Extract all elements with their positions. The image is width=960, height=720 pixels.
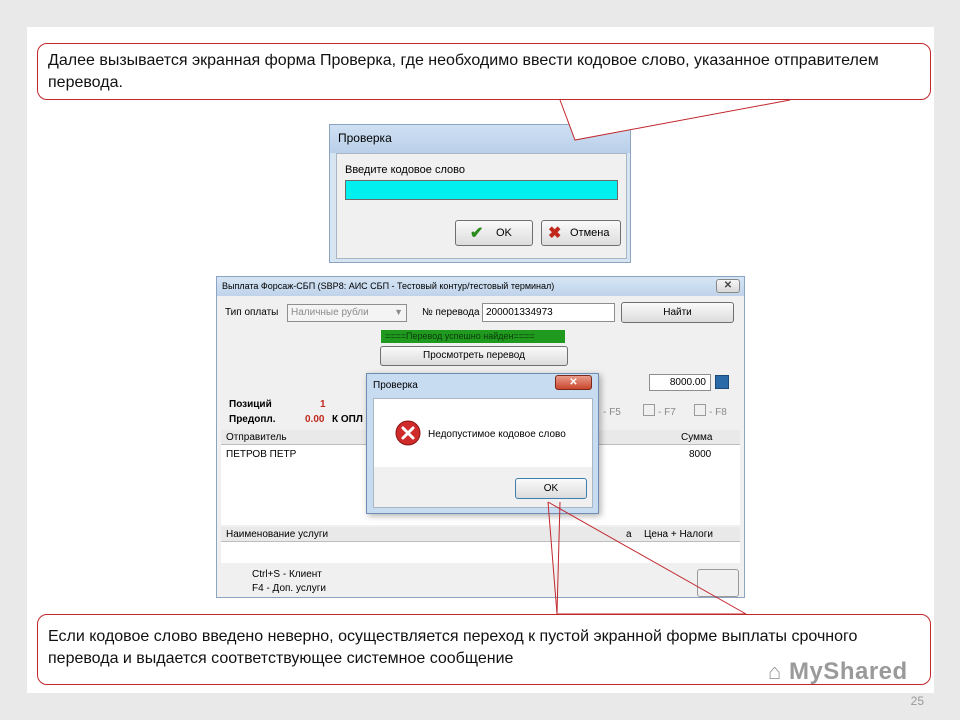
watermark-text: MyShared [788, 658, 908, 685]
error-ok-button[interactable]: OK [515, 478, 587, 499]
dialog-error-title: Проверка [373, 380, 418, 391]
payout-close-button[interactable]: ✕ [716, 279, 740, 293]
watermark-logo: ⌂ MyShared [768, 658, 908, 686]
f8-shortcut[interactable]: - F8 [709, 407, 727, 418]
cancel-button[interactable]: ✖ Отмена [541, 220, 621, 246]
dialog-codeword-title: Проверка [338, 131, 392, 145]
transfer-no-label: № перевода [422, 307, 480, 318]
view-transfer-button[interactable]: Просмотреть перевод [380, 346, 568, 366]
delete-icon[interactable] [694, 404, 706, 416]
amount-field[interactable]: 8000.00 [649, 374, 711, 391]
add-icon[interactable] [643, 404, 655, 416]
find-button-label: Найти [663, 307, 692, 318]
checkmark-icon: ✔ [470, 225, 484, 242]
sender-header: Отправитель [226, 432, 287, 443]
cancel-button-label: Отмена [570, 227, 610, 239]
dialog-error-close-button[interactable]: ✕ [555, 375, 592, 390]
error-ok-label: OK [543, 483, 559, 494]
error-message: Недопустимое кодовое слово [428, 429, 566, 440]
view-transfer-label: Просмотреть перевод [423, 350, 525, 361]
payment-type-label: Тип оплаты [225, 307, 279, 318]
f5-shortcut[interactable]: - F5 [603, 407, 621, 418]
sender-value: ПЕТРОВ ПЕТР [226, 449, 297, 460]
shortcut-extra-services: F4 - Доп. услуги [252, 583, 326, 594]
service-table-body[interactable] [221, 542, 740, 563]
sum-value: 8000 [689, 449, 712, 460]
error-icon [395, 420, 421, 446]
callout-bottom-text: Если кодовое слово введено неверно, осущ… [48, 628, 858, 667]
close-icon: ✕ [723, 280, 733, 291]
service-header: Наименование услуги [226, 529, 329, 540]
to-pay-label: К ОПЛ [332, 414, 363, 425]
transfer-no-value: 200001334973 [486, 307, 553, 318]
prepay-value: 0.00 [305, 414, 325, 425]
service-header-cut: а [626, 529, 632, 540]
status-found-text: ====Перевод успешно найден==== [385, 331, 535, 341]
codeword-prompt: Введите кодовое слово [345, 164, 465, 176]
service-table-header: Наименование услуги а Цена + Налоги [221, 527, 740, 542]
bottom-button-fragment[interactable] [697, 569, 739, 597]
dialog-error-titlebar: Проверка ✕ [367, 374, 598, 398]
dialog-codeword-body: Введите кодовое слово ✔ OK ✖ Отмена [336, 153, 627, 259]
price-header: Цена + Налоги [644, 529, 713, 540]
payment-type-select[interactable]: Наличные рубли ▼ [287, 304, 407, 322]
positions-label: Позиций [229, 399, 272, 410]
cross-icon: ✖ [548, 225, 562, 242]
watermark-icon: ⌂ [768, 659, 782, 684]
transfer-no-input[interactable]: 200001334973 [482, 303, 615, 322]
prepay-label: Предопл. [229, 414, 276, 425]
sum-header: Сумма [681, 432, 713, 443]
dialog-error: Проверка ✕ Недопустимое кодовое слово OK [366, 373, 599, 514]
payout-title: Выплата Форсаж-СБП (SBP8: АИС СБП - Тест… [222, 281, 555, 291]
amount-value: 8000.00 [669, 377, 706, 388]
page-number: 25 [910, 694, 924, 708]
callout-top-text: Далее вызывается экранная форма Проверка… [48, 52, 879, 91]
chevron-down-icon: ▼ [394, 307, 403, 317]
f7-shortcut[interactable]: - F7 [658, 407, 676, 418]
dialog-codeword-titlebar: Проверка [330, 125, 630, 153]
shortcut-client: Ctrl+S - Клиент [252, 569, 322, 580]
status-found-banner: ====Перевод успешно найден==== [381, 330, 565, 343]
close-icon: ✕ [569, 377, 578, 388]
ok-button[interactable]: ✔ OK [455, 220, 533, 246]
dialog-error-body: Недопустимое кодовое слово OK [373, 398, 593, 508]
positions-value: 1 [320, 399, 326, 410]
ok-button-label: OK [496, 227, 512, 239]
dialog-codeword: Проверка Введите кодовое слово ✔ OK ✖ От… [329, 124, 631, 263]
find-button[interactable]: Найти [621, 302, 734, 323]
payment-type-value: Наличные рубли [291, 307, 369, 318]
payout-titlebar: Выплата Форсаж-СБП (SBP8: АИС СБП - Тест… [217, 277, 744, 296]
callout-top: Далее вызывается экранная форма Проверка… [37, 43, 931, 100]
calculator-icon[interactable] [715, 375, 729, 389]
codeword-input[interactable] [345, 180, 618, 200]
